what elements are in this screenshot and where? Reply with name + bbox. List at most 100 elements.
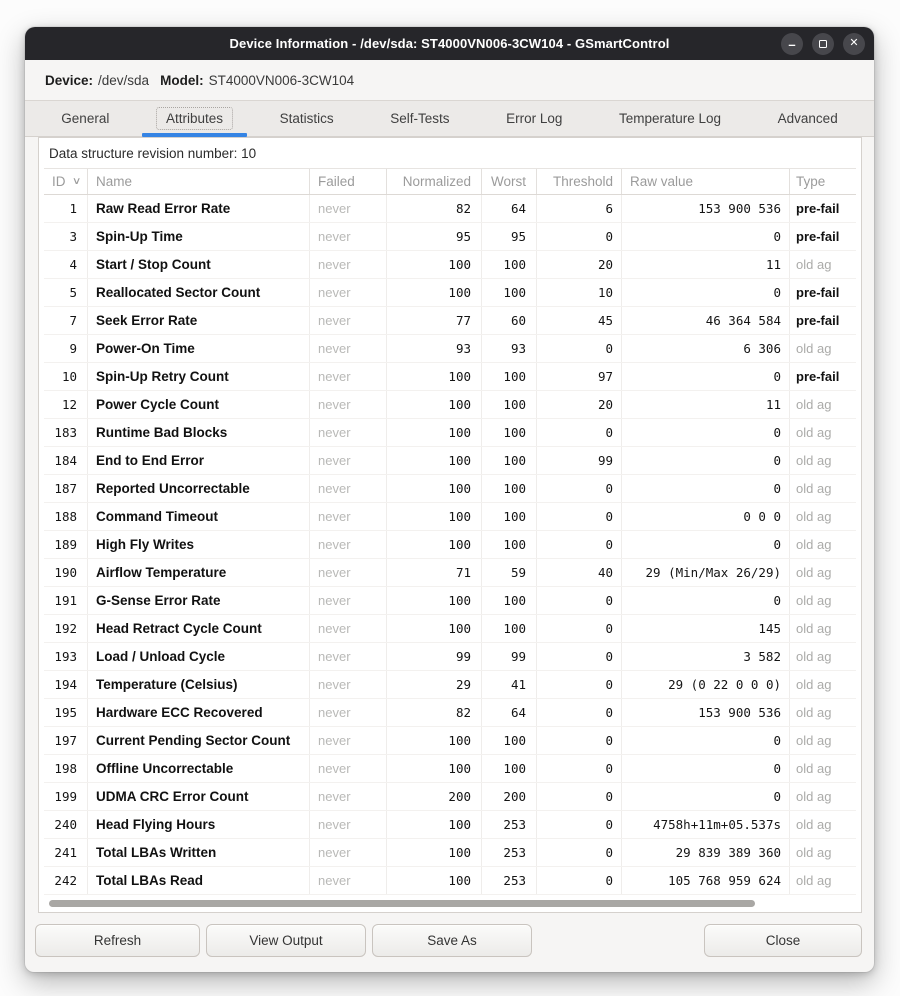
cell-worst: 41 bbox=[482, 671, 537, 698]
cell-id: 9 bbox=[44, 335, 88, 362]
tab-attributes[interactable]: Attributes bbox=[138, 101, 252, 136]
table-row[interactable]: 193Load / Unload Cyclenever999903 582old… bbox=[44, 643, 856, 671]
cell-raw-value: 145 bbox=[622, 615, 790, 642]
cell-threshold: 0 bbox=[537, 699, 622, 726]
cell-id: 199 bbox=[44, 783, 88, 810]
table-row[interactable]: 10Spin-Up Retry Countnever100100970pre-f… bbox=[44, 363, 856, 391]
table-row[interactable]: 1Raw Read Error Ratenever82646153 900 53… bbox=[44, 195, 856, 223]
table-row[interactable]: 195Hardware ECC Recoverednever82640153 9… bbox=[44, 699, 856, 727]
table-row[interactable]: 3Spin-Up Timenever959500pre-fail bbox=[44, 223, 856, 251]
table-row[interactable]: 7Seek Error Ratenever77604546 364 584pre… bbox=[44, 307, 856, 335]
save-as-button[interactable]: Save As bbox=[372, 924, 532, 957]
table-row[interactable]: 242Total LBAs Readnever1002530105 768 95… bbox=[44, 867, 856, 895]
cell-name: G-Sense Error Rate bbox=[88, 587, 310, 614]
close-dialog-button[interactable]: Close bbox=[704, 924, 862, 957]
cell-threshold: 10 bbox=[537, 279, 622, 306]
cell-worst: 100 bbox=[482, 727, 537, 754]
cell-raw-value: 3 582 bbox=[622, 643, 790, 670]
table-row[interactable]: 199UDMA CRC Error Countnever20020000old … bbox=[44, 783, 856, 811]
table-row[interactable]: 240Head Flying Hoursnever10025304758h+11… bbox=[44, 811, 856, 839]
model-label: Model: bbox=[160, 73, 204, 88]
cell-id: 240 bbox=[44, 811, 88, 838]
table-row[interactable]: 9Power-On Timenever939306 306old ag bbox=[44, 335, 856, 363]
view-output-button[interactable]: View Output bbox=[206, 924, 366, 957]
cell-raw-value: 29 (Min/Max 26/29) bbox=[622, 559, 790, 586]
table-row[interactable]: 184End to End Errornever100100990old ag bbox=[44, 447, 856, 475]
tab-advanced[interactable]: Advanced bbox=[749, 101, 866, 136]
table-row[interactable]: 190Airflow Temperaturenever71594029 (Min… bbox=[44, 559, 856, 587]
minimize-button[interactable]: – bbox=[781, 33, 803, 55]
cell-threshold: 45 bbox=[537, 307, 622, 334]
cell-failed: never bbox=[310, 671, 387, 698]
cell-raw-value: 0 bbox=[622, 447, 790, 474]
cell-threshold: 0 bbox=[537, 503, 622, 530]
cell-id: 5 bbox=[44, 279, 88, 306]
column-header-id[interactable]: ID ∨ bbox=[44, 169, 88, 194]
table-row[interactable]: 191G-Sense Error Ratenever10010000old ag bbox=[44, 587, 856, 615]
cell-failed: never bbox=[310, 251, 387, 278]
table-row[interactable]: 187Reported Uncorrectablenever10010000ol… bbox=[44, 475, 856, 503]
horizontal-scrollbar[interactable] bbox=[49, 900, 755, 907]
column-header-name[interactable]: Name bbox=[88, 169, 310, 194]
tab-general[interactable]: General bbox=[33, 101, 138, 136]
cell-type: old ag bbox=[790, 587, 856, 614]
cell-normalized: 82 bbox=[387, 699, 482, 726]
cell-threshold: 97 bbox=[537, 363, 622, 390]
cell-name: Hardware ECC Recovered bbox=[88, 699, 310, 726]
cell-worst: 100 bbox=[482, 279, 537, 306]
cell-worst: 95 bbox=[482, 223, 537, 250]
table-row[interactable]: 188Command Timeoutnever10010000 0 0old a… bbox=[44, 503, 856, 531]
column-header-threshold[interactable]: Threshold bbox=[537, 169, 622, 194]
refresh-button[interactable]: Refresh bbox=[35, 924, 200, 957]
cell-threshold: 6 bbox=[537, 195, 622, 222]
cell-type: old ag bbox=[790, 783, 856, 810]
cell-normalized: 100 bbox=[387, 811, 482, 838]
tab-self-tests[interactable]: Self-Tests bbox=[362, 101, 478, 136]
column-header-normalized[interactable]: Normalized bbox=[387, 169, 482, 194]
column-header-raw-value[interactable]: Raw value bbox=[622, 169, 790, 194]
cell-failed: never bbox=[310, 755, 387, 782]
cell-failed: never bbox=[310, 363, 387, 390]
titlebar[interactable]: Device Information - /dev/sda: ST4000VN0… bbox=[25, 27, 874, 60]
table-row[interactable]: 12Power Cycle Countnever1001002011old ag bbox=[44, 391, 856, 419]
table-row[interactable]: 197Current Pending Sector Countnever1001… bbox=[44, 727, 856, 755]
model-value: ST4000VN006-3CW104 bbox=[209, 73, 355, 88]
cell-id: 184 bbox=[44, 447, 88, 474]
cell-threshold: 0 bbox=[537, 755, 622, 782]
cell-normalized: 100 bbox=[387, 755, 482, 782]
column-header-worst[interactable]: Worst bbox=[482, 169, 537, 194]
table-row[interactable]: 189High Fly Writesnever10010000old ag bbox=[44, 531, 856, 559]
cell-name: Head Flying Hours bbox=[88, 811, 310, 838]
cell-normalized: 100 bbox=[387, 279, 482, 306]
cell-type: old ag bbox=[790, 671, 856, 698]
cell-failed: never bbox=[310, 559, 387, 586]
cell-raw-value: 11 bbox=[622, 391, 790, 418]
cell-id: 197 bbox=[44, 727, 88, 754]
cell-normalized: 100 bbox=[387, 447, 482, 474]
column-header-failed[interactable]: Failed bbox=[310, 169, 387, 194]
maximize-button[interactable] bbox=[812, 33, 834, 55]
cell-name: Reported Uncorrectable bbox=[88, 475, 310, 502]
tab-temperature-log[interactable]: Temperature Log bbox=[591, 101, 750, 136]
table-row[interactable]: 5Reallocated Sector Countnever100100100p… bbox=[44, 279, 856, 307]
table-row[interactable]: 194Temperature (Celsius)never2941029 (0 … bbox=[44, 671, 856, 699]
table-row[interactable]: 198Offline Uncorrectablenever10010000old… bbox=[44, 755, 856, 783]
table-row[interactable]: 183Runtime Bad Blocksnever10010000old ag bbox=[44, 419, 856, 447]
cell-normalized: 100 bbox=[387, 475, 482, 502]
cell-threshold: 0 bbox=[537, 867, 622, 894]
table-row[interactable]: 4Start / Stop Countnever1001002011old ag bbox=[44, 251, 856, 279]
cell-type: old ag bbox=[790, 727, 856, 754]
cell-worst: 99 bbox=[482, 643, 537, 670]
close-button[interactable]: ✕ bbox=[843, 33, 865, 55]
dialog-footer: Refresh View Output Save As Close bbox=[25, 924, 874, 958]
tab-statistics[interactable]: Statistics bbox=[251, 101, 362, 136]
cell-normalized: 100 bbox=[387, 727, 482, 754]
cell-raw-value: 153 900 536 bbox=[622, 699, 790, 726]
table-row[interactable]: 192Head Retract Cycle Countnever10010001… bbox=[44, 615, 856, 643]
cell-failed: never bbox=[310, 223, 387, 250]
attributes-table: ID ∨ Name Failed Normalized Worst Thresh… bbox=[44, 168, 856, 895]
cell-type: pre-fail bbox=[790, 223, 856, 250]
tab-error-log[interactable]: Error Log bbox=[478, 101, 591, 136]
column-header-type[interactable]: Type bbox=[790, 169, 856, 194]
table-row[interactable]: 241Total LBAs Writtennever100253029 839 … bbox=[44, 839, 856, 867]
